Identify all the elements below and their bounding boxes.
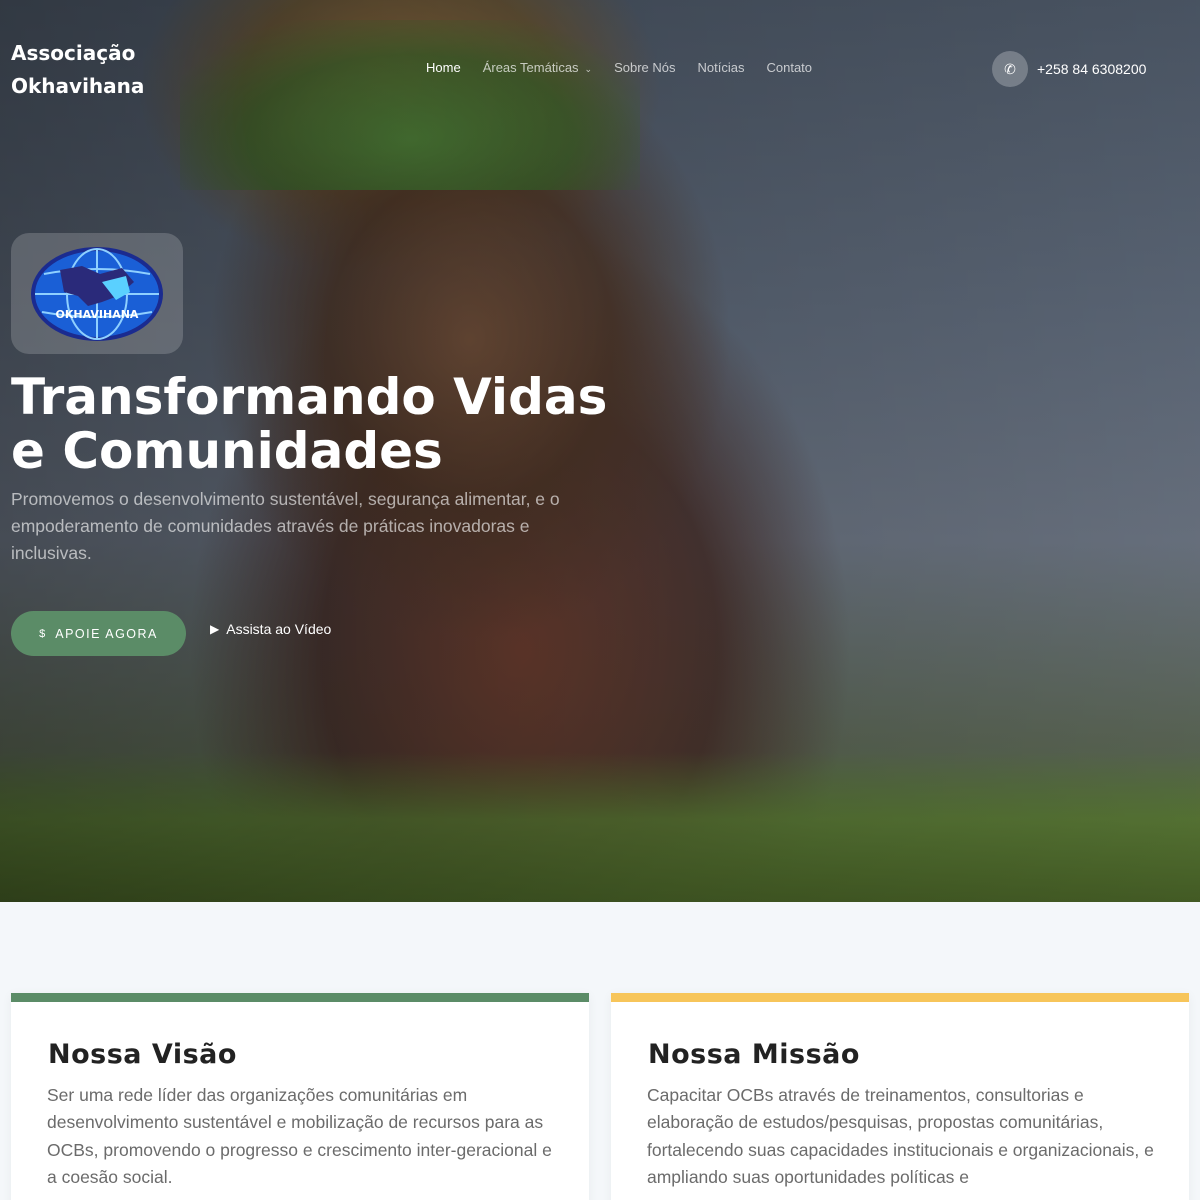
globe-logo-icon: OKHAVIHANA	[31, 246, 163, 341]
mission-card-text: Capacitar OCBs através de treinamentos, …	[647, 1085, 1154, 1187]
vision-card-title: Nossa Visão	[48, 1039, 237, 1070]
mission-card-accent-bar	[611, 993, 1189, 1002]
phone-icon: ✆	[992, 51, 1028, 87]
vision-card-text: Ser uma rede líder das organizações comu…	[47, 1085, 552, 1187]
support-now-label: APOIE AGORA	[55, 626, 158, 641]
nav-contato-label: Contato	[766, 60, 813, 75]
nav-sobre-nos[interactable]: Sobre Nós	[614, 60, 675, 75]
mission-card: Nossa Missão Capacitar OCBs através de t…	[611, 993, 1189, 1200]
watch-video-link[interactable]: ▶ Assista ao Vídeo	[210, 621, 331, 637]
nav-home[interactable]: Home	[426, 60, 461, 75]
phone-number: +258 84 6308200	[1037, 61, 1147, 77]
watch-video-label: Assista ao Vídeo	[226, 621, 332, 637]
organization-logo: OKHAVIHANA	[11, 233, 183, 354]
nav-areas-tematicas[interactable]: Áreas Temáticas ⌄	[483, 60, 592, 75]
phone-contact[interactable]: ✆ +258 84 6308200	[992, 51, 1146, 87]
play-icon: ▶	[210, 622, 220, 636]
main-nav: Home Áreas Temáticas ⌄ Sobre Nós Notícias…	[426, 60, 834, 75]
chevron-down-icon: ⌄	[584, 64, 593, 74]
nav-contato[interactable]: Contato	[766, 60, 812, 75]
site-brand[interactable]: Associação Okhavihana	[11, 37, 181, 103]
vision-card-accent-bar	[11, 993, 589, 1002]
nav-noticias-label: Notícias	[697, 60, 745, 75]
nav-areas-label: Áreas Temáticas	[482, 60, 579, 75]
support-now-button[interactable]: $ APOIE AGORA	[11, 611, 186, 656]
nav-home-label: Home	[426, 60, 461, 75]
nav-noticias[interactable]: Notícias	[698, 60, 745, 75]
logo-text: OKHAVIHANA	[56, 308, 139, 321]
hero-section: Associação Okhavihana Home Áreas Temátic…	[0, 0, 1200, 902]
dollar-icon: $	[39, 627, 46, 640]
nav-sobre-label: Sobre Nós	[614, 60, 676, 75]
vision-card: Nossa Visão Ser uma rede líder das organ…	[11, 993, 589, 1200]
hero-headline: Transformando Vidas e Comunidades	[11, 368, 608, 480]
hero-subtext: Promovemos o desenvolvimento sustentável…	[11, 489, 560, 563]
mission-card-title: Nossa Missão	[648, 1039, 860, 1070]
